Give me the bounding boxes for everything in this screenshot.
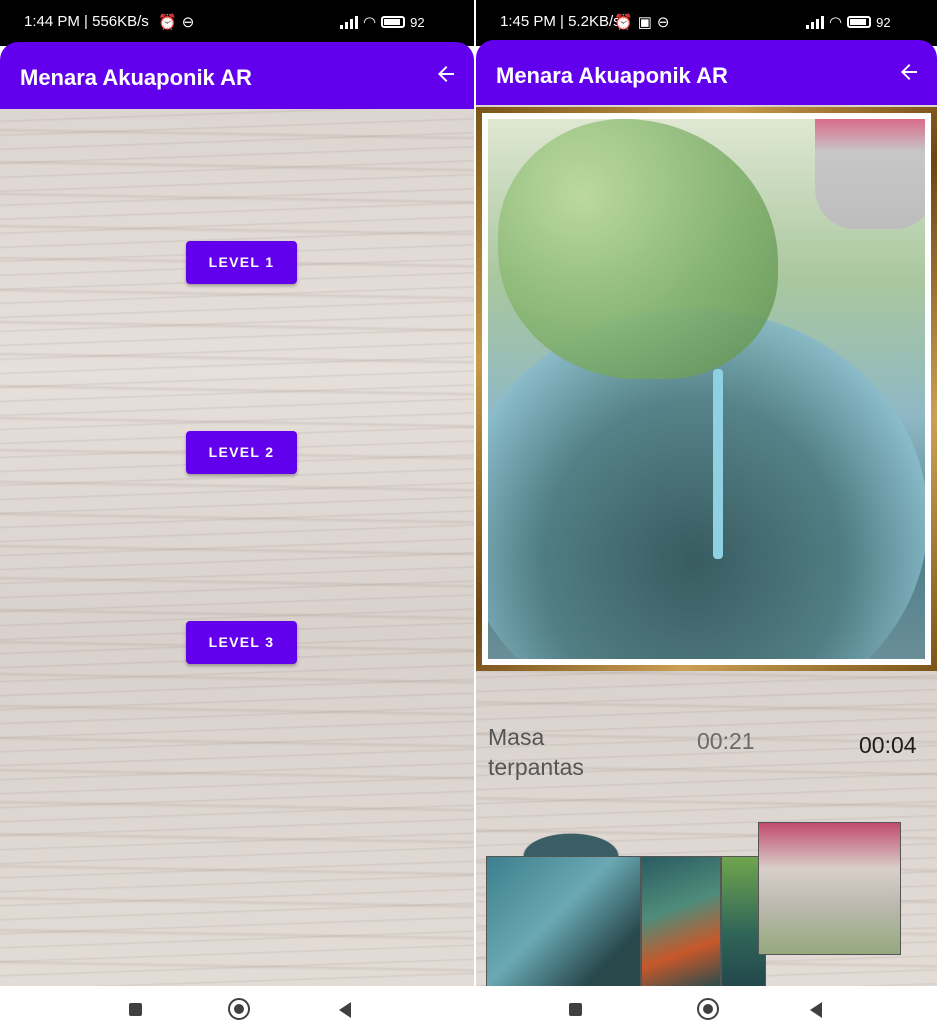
- recent-apps-square-icon[interactable]: [129, 1003, 142, 1016]
- best-time-value: 00:21: [697, 728, 755, 754]
- puzzle-piece[interactable]: [486, 856, 641, 988]
- photo-plants: [498, 119, 778, 379]
- system-nav-bar: [0, 986, 474, 1032]
- alarm-icon: ⏰: [614, 14, 633, 31]
- puzzle-piece-tray: [486, 822, 911, 988]
- battery-icon: [381, 16, 406, 28]
- puzzle-piece[interactable]: [758, 822, 901, 955]
- level-2-button[interactable]: LEVEL 2: [186, 431, 297, 474]
- status-left-icons: ⏰ ▣ ⊖: [614, 13, 669, 31]
- status-time: 1:45 PM | 5.2KB/s: [500, 13, 621, 30]
- home-circle-icon[interactable]: [228, 998, 250, 1020]
- photo-pipe: [713, 369, 723, 559]
- sync-icon: ⊖: [656, 14, 670, 31]
- best-time-label: Masa terpantas: [488, 724, 584, 780]
- status-bar: 1:44 PM | 556KB/s ⏰ ⊖ ◠ 92: [0, 0, 474, 46]
- battery-percent: 92: [876, 14, 891, 30]
- wifi-icon: ◠: [363, 14, 377, 31]
- app-bar: Menara Akuaponik AR: [476, 40, 937, 105]
- back-triangle-icon[interactable]: [339, 1002, 351, 1018]
- back-arrow-icon[interactable]: [434, 62, 458, 86]
- level-1-button[interactable]: LEVEL 1: [186, 241, 297, 284]
- app-title: Menara Akuaponik AR: [496, 63, 728, 88]
- signal-icon: [340, 15, 358, 29]
- app-title: Menara Akuaponik AR: [20, 65, 252, 90]
- puzzle-piece[interactable]: [516, 830, 626, 856]
- aquaponics-tower-photo: [488, 119, 925, 659]
- status-right-icons: ◠ 92: [340, 13, 425, 31]
- signal-icon: [806, 15, 824, 29]
- alarm-icon: ⏰: [158, 14, 177, 31]
- home-circle-icon[interactable]: [697, 998, 719, 1020]
- puzzle-piece[interactable]: [641, 856, 721, 988]
- battery-icon: [847, 16, 872, 28]
- app-bar: Menara Akuaponik AR: [0, 42, 474, 109]
- level-select-screen: 1:44 PM | 556KB/s ⏰ ⊖ ◠ 92 Menara Akuapo…: [0, 0, 474, 1032]
- back-arrow-icon[interactable]: [897, 60, 921, 84]
- status-right-icons: ◠ 92: [806, 13, 891, 31]
- battery-percent: 92: [410, 14, 425, 30]
- back-triangle-icon[interactable]: [810, 1002, 822, 1018]
- sync-icon: ⊖: [181, 14, 195, 31]
- puzzle-reference-frame: [476, 107, 937, 671]
- system-nav-bar: [476, 986, 937, 1032]
- status-time: 1:44 PM | 556KB/s: [24, 13, 149, 30]
- recent-apps-square-icon[interactable]: [569, 1003, 582, 1016]
- photo-background-tank: [815, 119, 925, 229]
- level-3-button[interactable]: LEVEL 3: [186, 621, 297, 664]
- frame-mat: [482, 113, 931, 665]
- puzzle-screen: 1:45 PM | 5.2KB/s ⏰ ▣ ⊖ ◠ 92 Menara Akua…: [476, 0, 937, 1032]
- app-notification-icon: ▣: [637, 14, 652, 31]
- elapsed-time-value: 00:04: [859, 732, 917, 758]
- wifi-icon: ◠: [829, 14, 843, 31]
- status-left-icons: ⏰ ⊖: [158, 13, 194, 31]
